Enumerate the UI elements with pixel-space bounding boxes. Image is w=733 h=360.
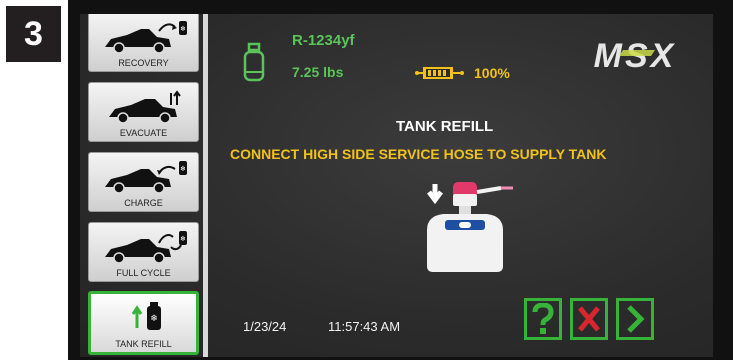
svg-text:❄: ❄: [180, 165, 186, 173]
battery-icon: [415, 67, 464, 79]
supply-tank-illustration: [427, 182, 513, 272]
tank-refill-icon: ❄: [131, 302, 161, 330]
help-button[interactable]: [524, 298, 562, 340]
refrigerant-type: R-1234yf: [292, 32, 355, 49]
next-button[interactable]: [616, 298, 654, 340]
mode-label-tank-refill: TANK REFILL: [115, 339, 172, 349]
time-display: 11:57:43 AM: [328, 319, 401, 334]
date-display: 1/23/24: [243, 319, 287, 334]
car-full-cycle-icon: ❄: [105, 231, 187, 264]
mode-sidebar: ❄ RECOVERY EVACUATE ❄ CHARGE ❄ FULL CYCL…: [80, 14, 208, 357]
mode-label-recovery: RECOVERY: [118, 58, 169, 68]
svg-text:❄: ❄: [150, 314, 158, 324]
close-icon: [578, 306, 600, 332]
mode-button-charge[interactable]: ❄ CHARGE: [88, 152, 199, 212]
car-charge-icon: ❄: [105, 161, 187, 194]
mode-button-full-cycle[interactable]: ❄ FULL CYCLE: [88, 222, 199, 282]
mode-label-evacuate: EVACUATE: [119, 128, 168, 138]
mode-button-evacuate[interactable]: EVACUATE: [88, 82, 199, 142]
question-mark-icon: [532, 303, 554, 334]
page-title: TANK REFILL: [396, 118, 494, 135]
refrigerant-weight: 7.25 lbs: [292, 64, 344, 80]
sidebar-divider: [203, 14, 208, 357]
instruction-text: CONNECT HIGH SIDE SERVICE HOSE TO SUPPLY…: [230, 146, 607, 162]
cancel-button[interactable]: [570, 298, 608, 340]
mode-label-full-cycle: FULL CYCLE: [116, 268, 171, 278]
mode-button-tank-refill[interactable]: ❄ TANK REFILL: [88, 291, 199, 355]
refrigerant-tank-icon: [243, 42, 265, 82]
svg-text:❄: ❄: [180, 235, 186, 243]
battery-percent: 100%: [474, 65, 510, 81]
mode-button-recovery[interactable]: ❄ RECOVERY: [88, 14, 199, 72]
mode-label-charge: CHARGE: [124, 198, 163, 208]
msx-logo: MSX: [594, 38, 674, 74]
car-evacuate-icon: [109, 90, 181, 124]
svg-text:❄: ❄: [180, 25, 186, 33]
car-recovery-icon: ❄: [105, 21, 187, 54]
step-number-badge: 3: [6, 6, 61, 62]
machine-screen: ❄ RECOVERY EVACUATE ❄ CHARGE ❄ FULL CYCL…: [80, 14, 713, 357]
chevron-right-icon: [627, 305, 645, 333]
